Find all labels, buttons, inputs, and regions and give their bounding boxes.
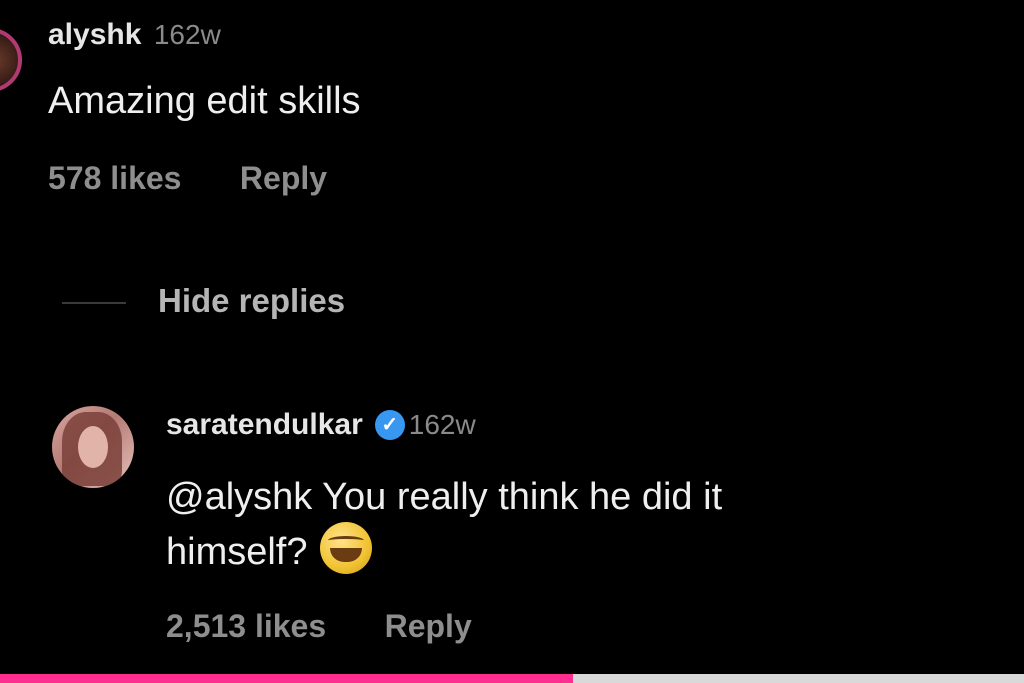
comment-text: Amazing edit skills xyxy=(48,80,361,122)
comment-reply-button[interactable]: Reply xyxy=(240,160,327,196)
reply-timestamp: 162w xyxy=(408,409,476,440)
reply-avatar[interactable] xyxy=(52,406,134,488)
verified-badge-icon: ✓ xyxy=(374,410,405,440)
laughing-emoji-icon xyxy=(319,522,372,574)
reply-text: @alyshk You really think he did it himse… xyxy=(166,472,986,577)
reply-header: saratendulkar ✓ 162w xyxy=(166,408,476,442)
hide-replies-button[interactable]: Hide replies xyxy=(158,282,345,320)
comment-header: alyshk 162w xyxy=(48,18,221,52)
video-progress-fill xyxy=(0,674,574,683)
reply-text-line-1: @alyshk You really think he did it xyxy=(166,476,723,518)
commenter-avatar[interactable] xyxy=(0,28,22,92)
replies-divider-line xyxy=(62,302,126,304)
comment-actions: 578 likes Reply xyxy=(48,160,327,197)
video-progress-bar[interactable] xyxy=(0,674,1024,683)
reply-text-line-2: himself? xyxy=(166,522,986,577)
reply-likes-count[interactable]: 2,513 likes xyxy=(166,608,326,644)
reply-reply-button[interactable]: Reply xyxy=(385,608,472,644)
reply-username[interactable]: saratendulkar xyxy=(166,408,363,441)
reply-actions: 2,513 likes Reply xyxy=(166,608,472,645)
comment-likes-count[interactable]: 578 likes xyxy=(48,160,181,196)
comment-timestamp: 162w xyxy=(153,19,221,50)
reply-text-line-2-text: himself? xyxy=(166,531,308,573)
comment-username[interactable]: alyshk xyxy=(48,18,141,51)
